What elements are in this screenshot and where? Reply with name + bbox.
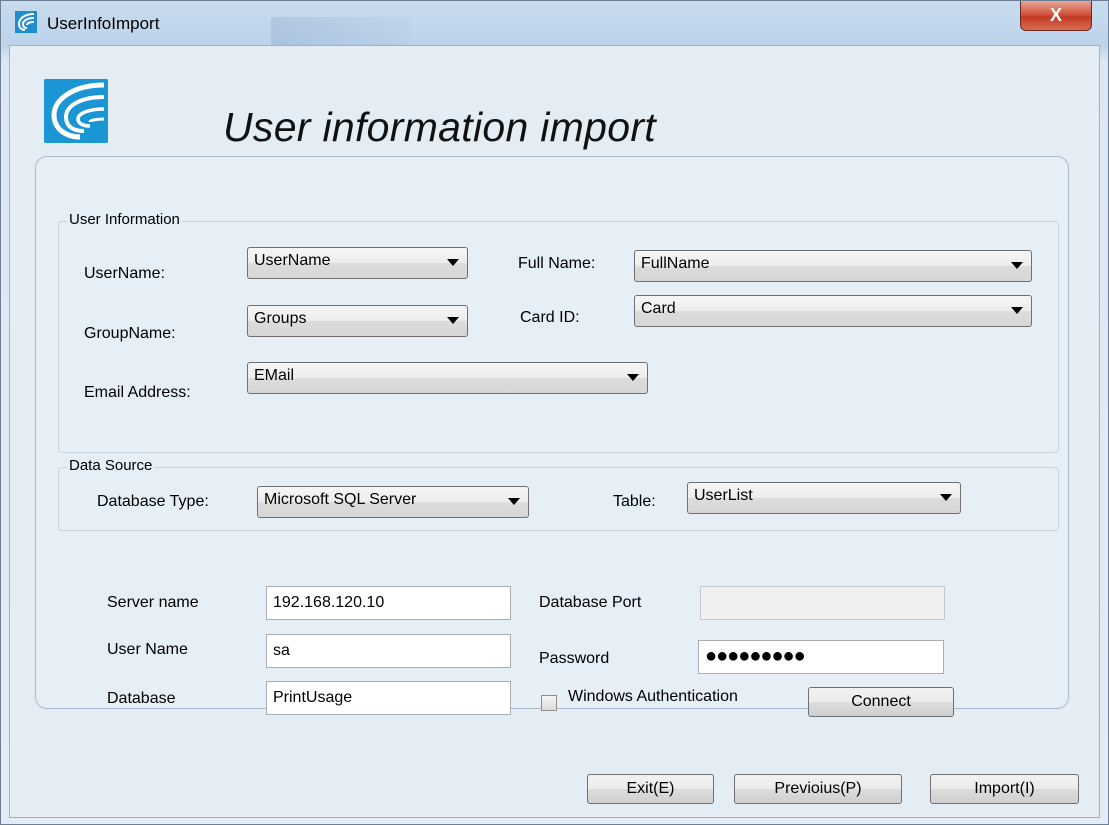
password-input[interactable]: ●●●●●●●●● bbox=[698, 640, 944, 674]
app-logo-icon bbox=[44, 79, 108, 143]
title-bar[interactable]: UserInfoImport X bbox=[1, 1, 1108, 47]
user-name-input[interactable]: sa bbox=[266, 634, 511, 668]
groupname-combo-value: Groups bbox=[254, 310, 307, 327]
chevron-down-icon[interactable] bbox=[508, 498, 520, 505]
table-combo[interactable]: UserList bbox=[687, 482, 961, 514]
main-panel: User Information UserName: UserName Full… bbox=[35, 156, 1069, 717]
email-label: Email Address: bbox=[84, 384, 191, 401]
chevron-down-icon[interactable] bbox=[627, 374, 639, 381]
data-source-group: Data Source Database Type: Microsoft SQL… bbox=[58, 457, 1059, 531]
app-window: UserInfoImport X User information import… bbox=[0, 0, 1109, 825]
user-information-group: User Information UserName: UserName Full… bbox=[58, 211, 1059, 453]
groupname-label: GroupName: bbox=[84, 325, 176, 342]
exit-button[interactable]: Exit(E) bbox=[587, 774, 714, 804]
title-background-artifact bbox=[271, 17, 411, 47]
window-title: UserInfoImport bbox=[47, 14, 160, 33]
email-combo[interactable]: EMail bbox=[247, 362, 648, 394]
database-input[interactable]: PrintUsage bbox=[266, 681, 511, 715]
chevron-down-icon[interactable] bbox=[1011, 262, 1023, 269]
email-combo-value: EMail bbox=[254, 367, 295, 384]
table-combo-value: UserList bbox=[694, 487, 753, 504]
windows-authentication-checkbox[interactable] bbox=[541, 695, 557, 711]
server-name-label: Server name bbox=[107, 594, 199, 611]
cardid-combo[interactable]: Card bbox=[634, 295, 1032, 327]
database-type-combo-value: Microsoft SQL Server bbox=[264, 491, 417, 508]
import-button[interactable]: Import(I) bbox=[930, 774, 1079, 804]
password-label: Password bbox=[539, 650, 610, 667]
chevron-down-icon[interactable] bbox=[1011, 307, 1023, 314]
page-heading: User information import bbox=[223, 104, 656, 150]
username-combo[interactable]: UserName bbox=[247, 247, 468, 279]
chevron-down-icon[interactable] bbox=[940, 494, 952, 501]
database-port-input[interactable] bbox=[700, 586, 945, 620]
close-button[interactable]: X bbox=[1020, 1, 1092, 31]
groupname-combo[interactable]: Groups bbox=[247, 305, 468, 337]
fullname-label: Full Name: bbox=[518, 255, 596, 272]
database-port-label: Database Port bbox=[539, 594, 642, 611]
fullname-combo-value: FullName bbox=[641, 255, 710, 272]
app-logo-icon bbox=[15, 11, 37, 33]
connect-button[interactable]: Connect bbox=[808, 687, 954, 717]
chevron-down-icon[interactable] bbox=[447, 317, 459, 324]
chevron-down-icon[interactable] bbox=[447, 259, 459, 266]
database-type-label: Database Type: bbox=[97, 493, 209, 510]
table-label: Table: bbox=[613, 493, 656, 510]
cardid-combo-value: Card bbox=[641, 300, 676, 317]
previous-button[interactable]: Previoius(P) bbox=[734, 774, 902, 804]
windows-authentication-label[interactable]: Windows Authentication bbox=[568, 688, 738, 706]
database-type-combo[interactable]: Microsoft SQL Server bbox=[257, 486, 529, 518]
data-source-legend: Data Source bbox=[67, 457, 155, 474]
cardid-label: Card ID: bbox=[520, 309, 580, 326]
user-name-label: User Name bbox=[107, 641, 188, 658]
fullname-combo[interactable]: FullName bbox=[634, 250, 1032, 282]
username-label: UserName: bbox=[84, 265, 165, 282]
server-name-input[interactable]: 192.168.120.10 bbox=[266, 586, 511, 620]
username-combo-value: UserName bbox=[254, 252, 331, 269]
database-label: Database bbox=[107, 690, 176, 707]
user-information-legend: User Information bbox=[67, 211, 182, 228]
